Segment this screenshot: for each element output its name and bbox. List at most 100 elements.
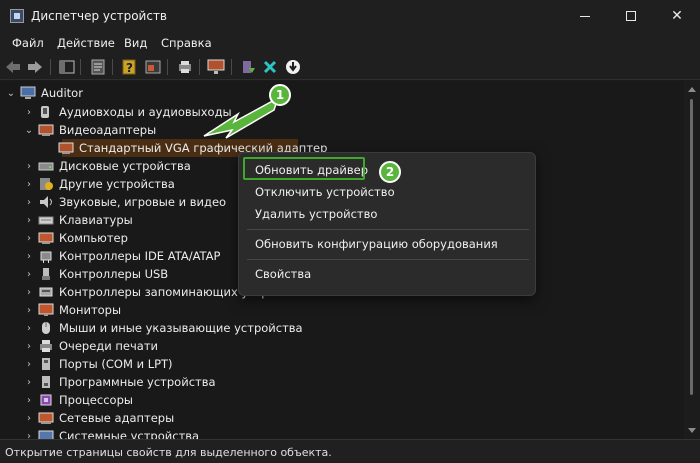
- minimize-button[interactable]: [562, 0, 608, 32]
- tree-item-ports[interactable]: › Порты (COM и LPT): [22, 355, 173, 373]
- tree-item-label: Компьютер: [59, 231, 128, 245]
- chevron-right-icon[interactable]: ›: [22, 107, 36, 118]
- chevron-right-icon[interactable]: ›: [22, 395, 36, 406]
- display-adapter-icon: [58, 141, 74, 155]
- uninstall-button[interactable]: [261, 58, 279, 76]
- tree-item-label: Контроллеры USB: [59, 267, 169, 281]
- software-device-icon: [38, 375, 54, 389]
- chevron-right-icon[interactable]: ›: [22, 377, 36, 388]
- tree-item-computer[interactable]: › Компьютер: [22, 229, 128, 247]
- scroll-up-icon[interactable]: [688, 87, 696, 92]
- speaker-icon: [38, 195, 54, 209]
- maximize-button[interactable]: [608, 0, 654, 32]
- chevron-right-icon[interactable]: ›: [22, 359, 36, 370]
- chevron-right-icon[interactable]: ›: [22, 251, 36, 262]
- update-driver-button[interactable]: [239, 58, 257, 76]
- properties-button[interactable]: [89, 58, 107, 76]
- tree-item-processors[interactable]: › Процессоры: [22, 391, 133, 409]
- chevron-right-icon[interactable]: ›: [22, 161, 36, 172]
- help-button[interactable]: ?: [120, 58, 138, 76]
- chevron-right-icon[interactable]: ›: [22, 323, 36, 334]
- menu-file[interactable]: Файл: [12, 36, 44, 50]
- print-icon: [179, 61, 191, 73]
- tree-root[interactable]: ⌄ Auditor: [4, 84, 83, 102]
- tree-item-monitors[interactable]: › Мониторы: [22, 301, 121, 319]
- back-button[interactable]: [4, 58, 22, 76]
- print-button[interactable]: [176, 58, 194, 76]
- tree-item-label: Клавиатуры: [59, 213, 133, 227]
- toolbar-separator: [231, 59, 232, 75]
- forward-button[interactable]: [26, 58, 44, 76]
- tree-item-disk-drives[interactable]: › Дисковые устройства: [22, 157, 191, 175]
- disk-drive-icon: [38, 159, 54, 173]
- chevron-right-icon[interactable]: ›: [22, 341, 36, 352]
- menu-separator: [247, 259, 529, 260]
- chevron-right-icon[interactable]: ›: [22, 287, 36, 298]
- port-icon: [38, 357, 54, 371]
- annotation-badge-2: 2: [379, 161, 401, 183]
- update-driver-icon: [243, 61, 255, 73]
- mouse-icon: [38, 321, 54, 335]
- system-device-icon: [38, 429, 54, 439]
- toolbar-separator: [167, 59, 168, 75]
- computer-icon: [38, 231, 54, 245]
- menu-disable-device[interactable]: Отключить устройство: [255, 185, 395, 199]
- svg-text:?: ?: [126, 61, 133, 75]
- show-hide-tree-button[interactable]: [58, 58, 76, 76]
- title-bar: Диспетчер устройств ✕: [0, 0, 700, 32]
- chevron-right-icon[interactable]: ›: [22, 215, 36, 226]
- close-button[interactable]: ✕: [654, 0, 700, 32]
- chevron-right-icon[interactable]: ›: [22, 269, 36, 280]
- back-icon: [6, 61, 20, 73]
- tree-item-sound-game-video[interactable]: › Звуковые, игровые и видео: [22, 193, 226, 211]
- download-button[interactable]: [284, 58, 302, 76]
- menu-properties[interactable]: Свойства: [255, 267, 311, 281]
- tree-item-print-queues[interactable]: › Очереди печати: [22, 337, 158, 355]
- menu-scan-hardware-changes[interactable]: Обновить конфигурацию оборудования: [255, 237, 498, 251]
- tree-item-software-devices[interactable]: › Программные устройства: [22, 373, 216, 391]
- computer-icon: [20, 86, 36, 100]
- vertical-scrollbar[interactable]: [684, 81, 700, 439]
- close-icon: ✕: [671, 8, 683, 24]
- processor-icon: [38, 393, 54, 407]
- tree-item-video-adapters[interactable]: ⌄ Видеоадаптеры: [22, 121, 156, 139]
- tree-item-other-devices[interactable]: › Другие устройства: [22, 175, 175, 193]
- chevron-right-icon[interactable]: ›: [22, 305, 36, 316]
- menu-view[interactable]: Вид: [124, 36, 147, 50]
- help-icon: ?: [122, 59, 136, 75]
- view-icon: [145, 60, 161, 74]
- chevron-right-icon[interactable]: ›: [22, 233, 36, 244]
- minimize-icon: [580, 15, 590, 17]
- toolbar: ?: [0, 54, 700, 80]
- download-icon: [286, 60, 300, 74]
- chevron-right-icon[interactable]: ›: [22, 197, 36, 208]
- tree-item-network-adapters[interactable]: › Сетевые адаптеры: [22, 409, 174, 427]
- scroll-down-icon[interactable]: [688, 428, 696, 433]
- chevron-down-icon[interactable]: ⌄: [4, 88, 18, 99]
- tree-item-label: Системные устройства: [59, 429, 200, 439]
- menu-help[interactable]: Справка: [161, 36, 212, 50]
- tree-item-mice[interactable]: › Мыши и иные указывающие устройства: [22, 319, 303, 337]
- tree-item-keyboards[interactable]: › Клавиатуры: [22, 211, 133, 229]
- tree-item-system-devices[interactable]: › Системные устройства: [22, 427, 199, 439]
- status-text: Открытие страницы свойств для выделенног…: [5, 446, 332, 459]
- menu-uninstall-device[interactable]: Удалить устройство: [255, 207, 377, 221]
- tree-item-label: Очереди печати: [59, 339, 158, 353]
- chevron-right-icon[interactable]: ›: [22, 413, 36, 424]
- device-manager-app-icon: [10, 9, 24, 23]
- monitor-button[interactable]: [207, 58, 225, 76]
- chevron-down-icon[interactable]: ⌄: [22, 125, 36, 136]
- toolbar-separator: [80, 59, 81, 75]
- tree-item-label: Дисковые устройства: [59, 159, 191, 173]
- scroll-thumb[interactable]: [690, 99, 693, 395]
- view-button[interactable]: [144, 58, 162, 76]
- chevron-right-icon[interactable]: ›: [22, 431, 36, 440]
- chevron-right-icon[interactable]: ›: [22, 179, 36, 190]
- toolbar-separator: [199, 59, 200, 75]
- tree-item-ide-controllers[interactable]: › Контроллеры IDE ATA/ATAP: [22, 247, 221, 265]
- usb-icon: [38, 267, 54, 281]
- menu-action[interactable]: Действие: [57, 36, 115, 50]
- tree-item-label: Мониторы: [59, 303, 122, 317]
- tree-item-usb-controllers[interactable]: › Контроллеры USB: [22, 265, 168, 283]
- tree-item-label: Контроллеры IDE ATA/ATAP: [59, 249, 221, 263]
